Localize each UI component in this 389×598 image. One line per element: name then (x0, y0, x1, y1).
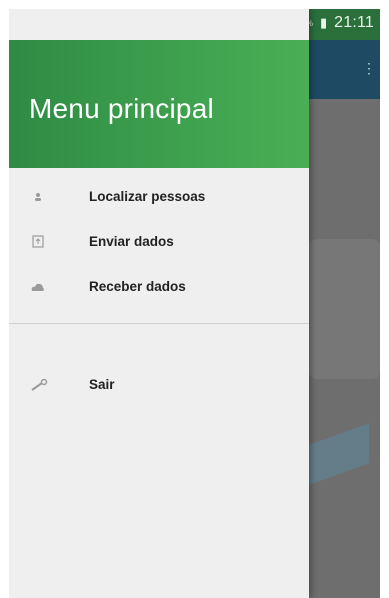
phone-screen: ⋮ ✱ ⋈ ◴ ≋ ◢ 89% ▮ 21:11 Menu principal (9, 9, 380, 598)
menu-item-localizar-pessoas[interactable]: Localizar pessoas (9, 174, 309, 219)
menu-item-sair[interactable]: Sair (9, 362, 309, 407)
drawer-header: Menu principal (9, 40, 309, 168)
menu-item-label: Receber dados (89, 279, 186, 294)
drawer-menu: Localizar pessoas Enviar dados Receber d… (9, 174, 309, 407)
battery-icon: ▮ (319, 15, 328, 30)
clock: 21:11 (334, 14, 374, 31)
overflow-menu-icon[interactable]: ⋮ (362, 57, 376, 79)
upload-icon (31, 235, 45, 249)
menu-divider (9, 323, 309, 324)
cloud-icon (31, 280, 45, 294)
drawer-title: Menu principal (29, 93, 214, 124)
menu-item-label: Localizar pessoas (89, 189, 206, 204)
menu-item-label: Sair (89, 377, 115, 392)
menu-item-label: Enviar dados (89, 234, 174, 249)
background-illustration (309, 239, 380, 379)
menu-item-receber-dados[interactable]: Receber dados (9, 264, 309, 309)
person-icon (31, 190, 45, 204)
navigation-drawer: Menu principal Localizar pessoas Enviar … (9, 9, 309, 598)
menu-item-enviar-dados[interactable]: Enviar dados (9, 219, 309, 264)
wrench-icon (31, 378, 49, 392)
